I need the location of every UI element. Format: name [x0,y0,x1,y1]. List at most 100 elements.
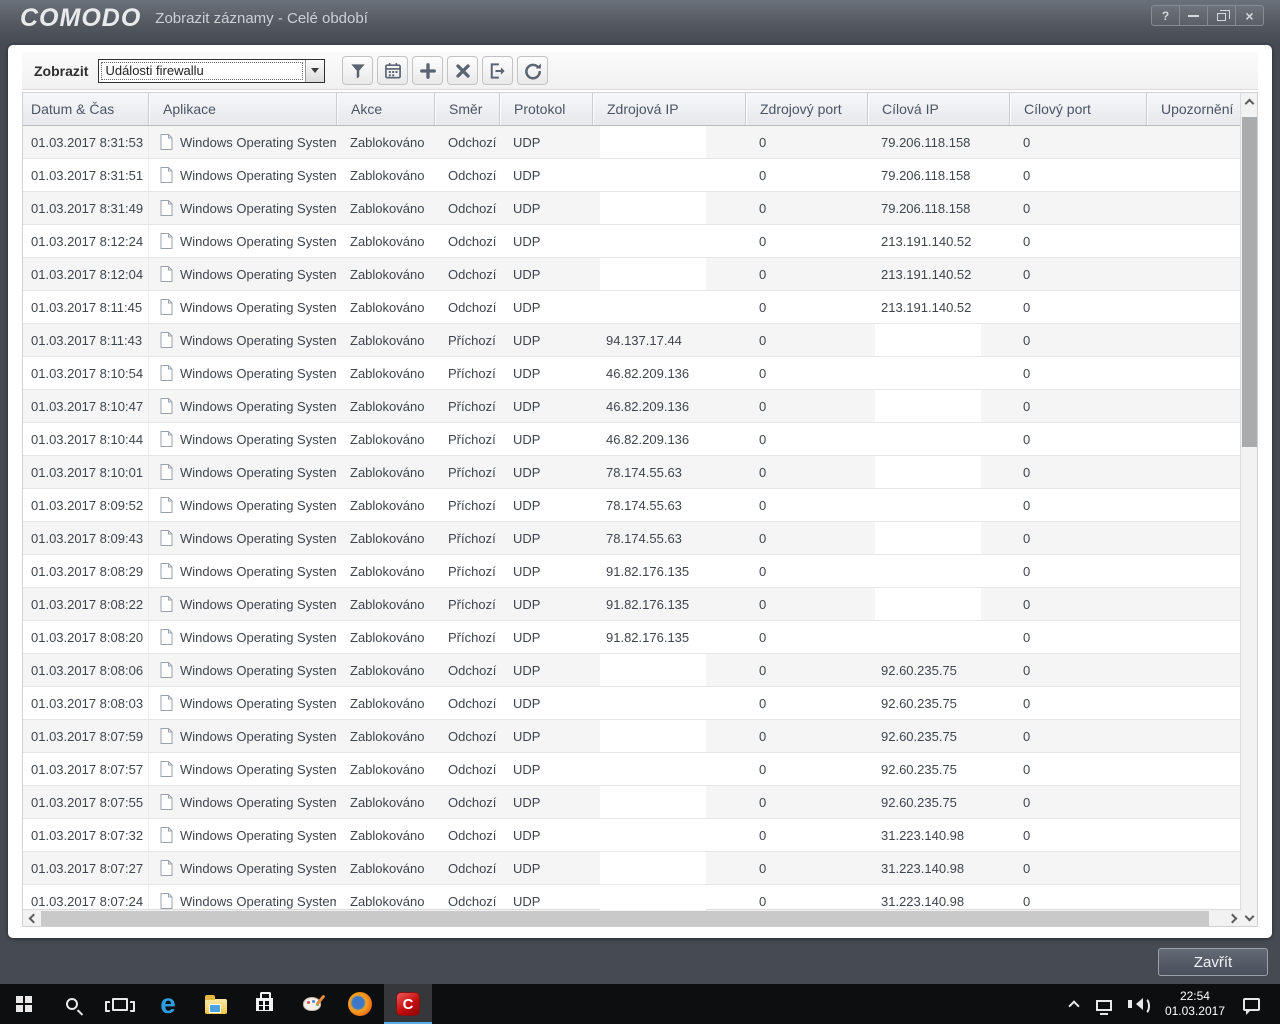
taskbar-item-store[interactable] [240,984,288,1024]
table-row[interactable]: 01.03.2017 8:07:57Windows Operating Syst… [23,753,1242,786]
export-button[interactable] [482,56,513,85]
taskbar-item-search[interactable] [48,984,96,1024]
table-row[interactable]: 01.03.2017 8:11:43Windows Operating Syst… [23,324,1242,357]
table-row[interactable]: 01.03.2017 8:08:20Windows Operating Syst… [23,621,1242,654]
cell-action: Zablokováno [336,390,434,422]
table-row[interactable]: 01.03.2017 8:08:06Windows Operating Syst… [23,654,1242,687]
minimize-button[interactable] [1179,5,1208,26]
column-header-direction[interactable]: Směr [434,93,499,125]
scroll-up-arrow-icon[interactable] [1241,93,1258,110]
cell-src_port: 0 [745,720,867,752]
cell-direction: Příchozí [434,588,499,620]
table-row[interactable]: 01.03.2017 8:12:04Windows Operating Syst… [23,258,1242,291]
column-header-action[interactable]: Akce [336,93,434,125]
table-row[interactable]: 01.03.2017 8:10:47Windows Operating Syst… [23,390,1242,423]
cell-src_ip [592,852,745,884]
table-row[interactable]: 01.03.2017 8:07:24Windows Operating Syst… [23,885,1242,910]
table-row[interactable]: 01.03.2017 8:10:54Windows Operating Syst… [23,357,1242,390]
column-header-protocol[interactable]: Protokol [499,93,592,125]
cell-src_port: 0 [745,819,867,851]
action-center-icon[interactable] [1234,984,1274,1024]
taskbar-item-edge[interactable]: e [144,984,192,1024]
table-row[interactable]: 01.03.2017 8:07:32Windows Operating Syst… [23,819,1242,852]
cell-protocol: UDP [499,456,592,488]
column-header-src_port[interactable]: Zdrojový port [745,93,867,125]
document-icon [160,134,173,150]
table-row[interactable]: 01.03.2017 8:09:52Windows Operating Syst… [23,489,1242,522]
cell-src_port: 0 [745,654,867,686]
table-row[interactable]: 01.03.2017 8:08:22Windows Operating Syst… [23,588,1242,621]
document-icon [160,893,173,909]
cell-protocol: UDP [499,720,592,752]
column-header-src_ip[interactable]: Zdrojová IP [592,93,745,125]
cell-direction: Příchozí [434,522,499,554]
restore-button[interactable] [1207,5,1236,26]
table-row[interactable]: 01.03.2017 8:07:59Windows Operating Syst… [23,720,1242,753]
taskbar-item-firefox[interactable] [336,984,384,1024]
scroll-down-arrow-icon[interactable] [1241,909,1258,926]
cell-alert [1146,225,1242,257]
cell-src_ip [592,753,745,785]
calendar-button[interactable] [377,56,408,85]
table-row[interactable]: 01.03.2017 8:12:24Windows Operating Syst… [23,225,1242,258]
cell-src_port: 0 [745,522,867,554]
table-row[interactable]: 01.03.2017 8:31:51Windows Operating Syst… [23,159,1242,192]
taskbar-item-start[interactable] [0,984,48,1024]
tray-chevron-up-icon[interactable] [1061,984,1087,1024]
table-row[interactable]: 01.03.2017 8:09:43Windows Operating Syst… [23,522,1242,555]
column-header-dst_port[interactable]: Cílový port [1009,93,1146,125]
vertical-scroll-thumb[interactable] [1242,117,1257,447]
log-type-select[interactable]: Události firewallu [98,59,325,83]
table-row[interactable]: 01.03.2017 8:31:49Windows Operating Syst… [23,192,1242,225]
table-row[interactable]: 01.03.2017 8:10:44Windows Operating Syst… [23,423,1242,456]
cell-time: 01.03.2017 8:07:32 [23,819,148,851]
refresh-button[interactable] [517,56,548,85]
cell-action: Zablokováno [336,258,434,290]
vertical-scrollbar[interactable] [1240,93,1257,926]
refresh-icon [523,61,543,81]
scroll-right-arrow-icon[interactable] [1225,910,1242,927]
horizontal-scrollbar[interactable] [23,909,1242,926]
table-row[interactable]: 01.03.2017 8:10:01Windows Operating Syst… [23,456,1242,489]
cell-alert [1146,192,1242,224]
help-button[interactable]: ? [1151,5,1180,26]
taskbar-item-task-view[interactable] [96,984,144,1024]
column-header-time[interactable]: Datum & Čas [23,93,148,125]
cell-alert [1146,687,1242,719]
column-header-app[interactable]: Aplikace [148,93,336,125]
table-row[interactable]: 01.03.2017 8:31:53Windows Operating Syst… [23,126,1242,159]
scroll-left-arrow-icon[interactable] [23,910,40,927]
column-header-alert[interactable]: Upozornění [1146,93,1242,125]
column-header-dst_ip[interactable]: Cílová IP [867,93,1009,125]
chevron-down-icon[interactable] [305,60,324,82]
network-icon[interactable] [1087,984,1121,1024]
cell-protocol: UDP [499,159,592,191]
delete-button[interactable] [447,56,478,85]
table-row[interactable]: 01.03.2017 8:11:45Windows Operating Syst… [23,291,1242,324]
cell-src_ip [592,819,745,851]
document-icon [160,662,173,678]
document-icon [160,497,173,513]
table-row[interactable]: 01.03.2017 8:07:55Windows Operating Syst… [23,786,1242,819]
volume-icon[interactable] [1121,984,1156,1024]
horizontal-scroll-thumb[interactable] [41,911,1209,926]
close-button[interactable]: × [1235,5,1264,26]
filter-button[interactable] [342,56,373,85]
table-row[interactable]: 01.03.2017 8:08:03Windows Operating Syst… [23,687,1242,720]
comodo-logo: COMODO [20,4,141,33]
cell-app: Windows Operating System [148,786,336,818]
delete-icon [453,61,473,81]
add-button[interactable] [412,56,443,85]
cell-alert [1146,126,1242,158]
close-dialog-button[interactable]: Zavřít [1158,948,1268,976]
redacted-source-ip [600,885,706,910]
taskbar-clock[interactable]: 22:54 01.03.2017 [1156,984,1234,1024]
redacted-source-ip [600,720,706,752]
taskbar-item-paint[interactable] [288,984,336,1024]
taskbar-item-comodo[interactable]: C [384,984,432,1024]
table-row[interactable]: 01.03.2017 8:08:29Windows Operating Syst… [23,555,1242,588]
table-row[interactable]: 01.03.2017 8:07:27Windows Operating Syst… [23,852,1242,885]
taskbar-item-file-explorer[interactable] [192,984,240,1024]
cell-protocol: UDP [499,654,592,686]
firefox-icon [348,992,372,1016]
